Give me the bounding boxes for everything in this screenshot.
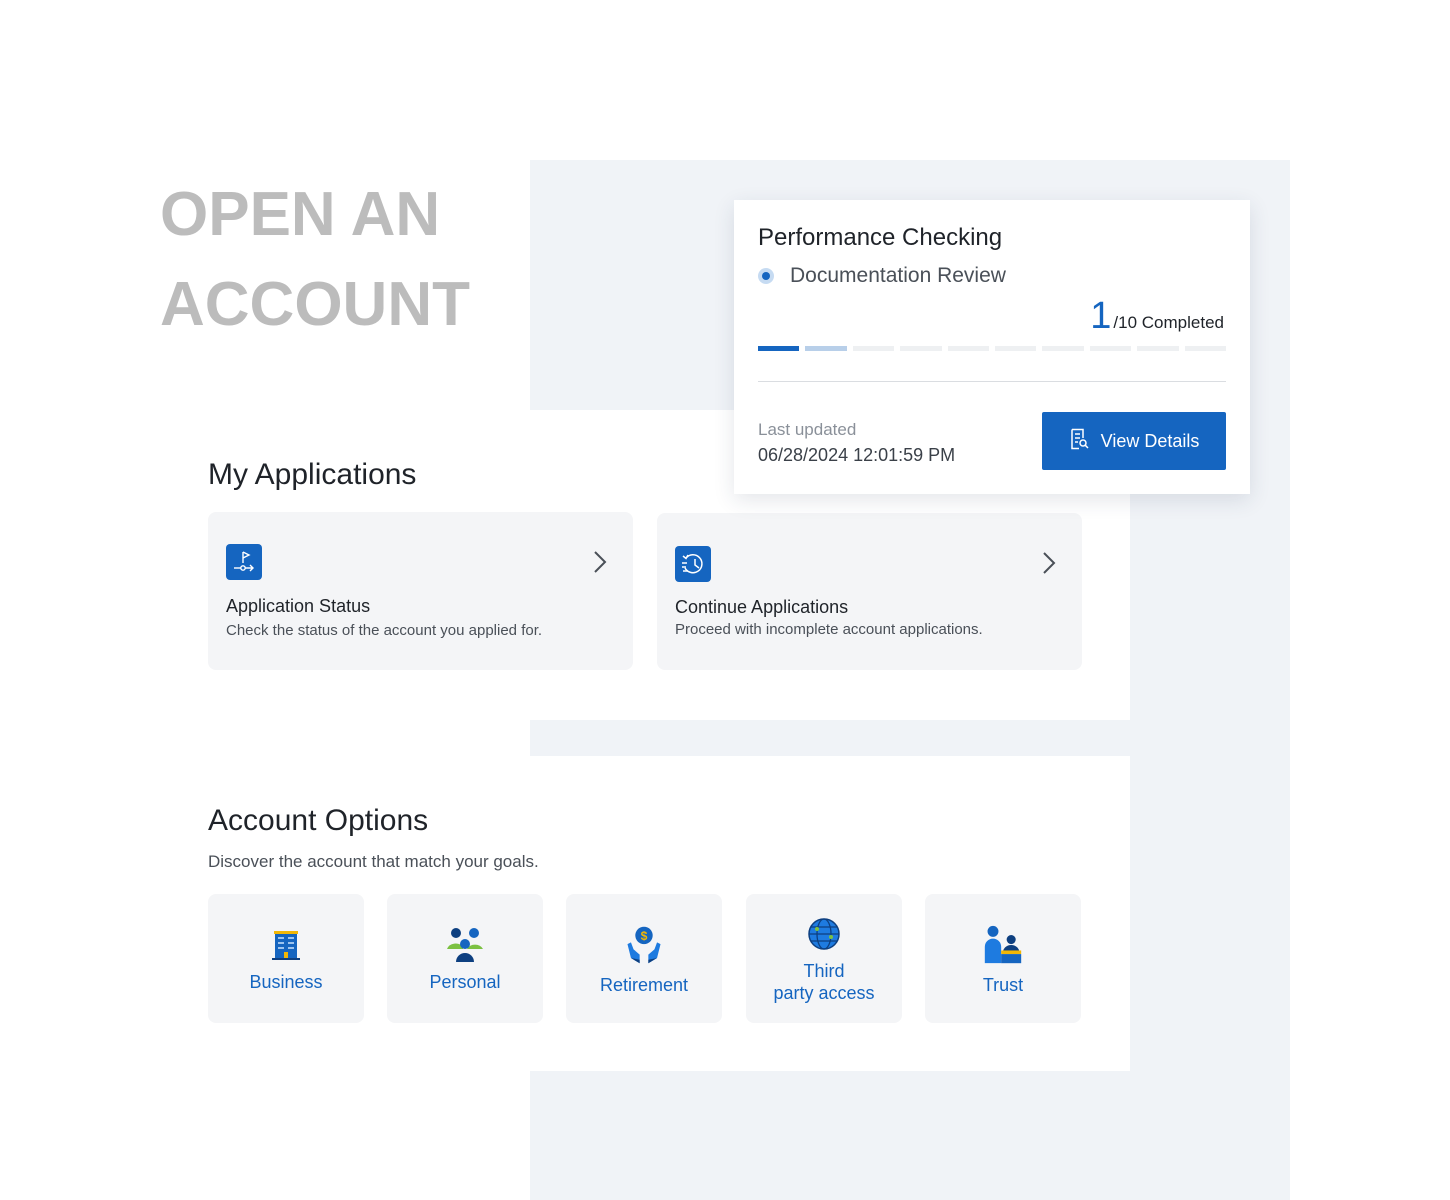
progress-current-number: 1 [1090,295,1112,337]
option-trust-label: Trust [982,974,1024,995]
trust-people-icon [983,922,1023,968]
document-search-icon [1069,428,1089,455]
current-step-label: Documentation Review [790,264,1006,287]
application-status-title: Application Status [226,596,371,616]
application-status-description: Check the status of the account you appl… [226,622,543,639]
my-applications-heading: My Applications [208,458,417,491]
option-retirement[interactable]: $ Retirement [566,894,722,1023]
progress-segment [1184,346,1227,351]
progress-total-label: /10 Completed [1113,313,1224,332]
progress-segment [1042,346,1084,351]
svg-text:$: $ [641,928,648,942]
option-business-label: Business [249,971,323,992]
card-divider [758,381,1226,382]
globe-icon [804,914,844,954]
last-updated-label: Last updated [758,420,857,439]
building-icon [266,925,306,965]
continue-applications-title: Continue Applications [675,597,849,617]
progress-segment [900,346,942,351]
chevron-right-icon [1042,551,1056,580]
view-details-label: View Details [1100,430,1200,451]
progress-segment [852,346,895,351]
continue-applications-card[interactable]: Continue Applications Proceed with incom… [657,513,1082,670]
option-retirement-label: Retirement [599,974,689,995]
account-options-subtitle: Discover the account that match your goa… [208,852,539,871]
chevron-right-icon [593,550,607,579]
progress-segment [758,346,800,351]
history-icon [675,546,711,582]
continue-applications-description: Proceed with incomplete account applicat… [675,621,983,638]
application-status-card[interactable]: Application Status Check the status of t… [208,512,633,670]
progress-count: 1 /10 Completed [1090,296,1224,336]
route-flag-icon [226,544,262,580]
progress-segment [947,346,990,351]
account-options-heading: Account Options [208,804,429,837]
progress-bar [758,346,1227,351]
progress-segment [805,346,847,351]
option-third-party-access-label: Third party access [773,960,875,1003]
last-updated-value: 06/28/2024 12:01:59 PM [758,445,956,465]
progress-segment [1089,346,1132,351]
option-personal-label: Personal [429,971,501,992]
account-product-title: Performance Checking [758,224,1003,251]
current-step: Documentation Review [758,264,1006,288]
people-icon [445,925,485,965]
step-indicator-icon [758,268,774,284]
hands-dollar-icon: $ [624,922,664,968]
option-business[interactable]: Business [208,894,364,1023]
progress-segment [1137,346,1179,351]
option-third-party-access[interactable]: Third party access [746,894,902,1023]
view-details-button[interactable]: View Details [1042,412,1226,470]
hero-title: OPEN AN ACCOUNT [160,180,470,339]
application-status-summary-card: Performance Checking Documentation Revie… [734,200,1250,494]
option-trust[interactable]: Trust [925,894,1081,1023]
progress-segment [995,346,1037,351]
option-personal[interactable]: Personal [387,894,543,1023]
